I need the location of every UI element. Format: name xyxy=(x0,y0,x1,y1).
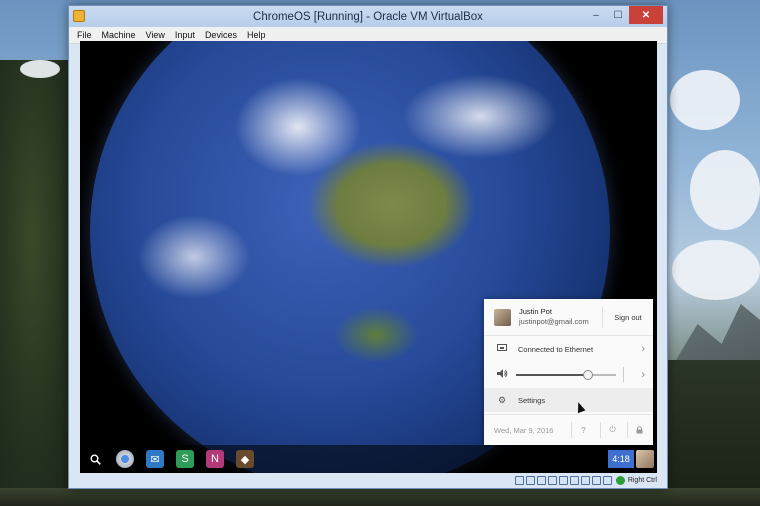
close-button[interactable]: ✕ xyxy=(629,6,663,24)
menu-input[interactable]: Input xyxy=(175,30,195,40)
virtualbox-app-icon xyxy=(73,10,85,22)
minimize-button[interactable]: – xyxy=(585,6,607,24)
chevron-right-icon: › xyxy=(641,343,645,355)
sign-out-button[interactable]: Sign out xyxy=(602,307,653,328)
menu-file[interactable]: File xyxy=(77,30,92,40)
gear-icon: ⚙ xyxy=(497,394,507,405)
desktop-cloud xyxy=(672,240,760,300)
sway-icon[interactable]: S xyxy=(176,450,194,468)
maximize-button[interactable]: ☐ xyxy=(607,6,629,24)
menu-machine[interactable]: Machine xyxy=(102,30,136,40)
network-icon[interactable] xyxy=(547,476,557,485)
desktop-cloud xyxy=(20,60,60,78)
window-controls: – ☐ ✕ xyxy=(585,6,663,26)
host-key-icon xyxy=(615,476,625,485)
power-button[interactable]: ⏻ xyxy=(600,422,624,438)
onenote-icon[interactable]: N xyxy=(206,450,224,468)
window-titlebar[interactable]: ChromeOS [Running] - Oracle VM VirtualBo… xyxy=(69,6,667,27)
speaker-icon[interactable] xyxy=(492,369,512,380)
usb-icon[interactable] xyxy=(558,476,568,485)
shelf-user-avatar[interactable] xyxy=(636,450,654,468)
desktop-forest xyxy=(664,360,760,506)
window-title: ChromeOS [Running] - Oracle VM VirtualBo… xyxy=(253,10,483,23)
guest-screen[interactable]: Justin Pot justinpot@gmail.com Sign out … xyxy=(80,41,657,473)
network-label: Connected to Ethernet xyxy=(518,344,594,354)
tray-network-row[interactable]: Connected to Ethernet › xyxy=(484,337,653,361)
settings-label: Settings xyxy=(518,395,546,405)
optical-drive-icon[interactable] xyxy=(525,476,535,485)
audio-icon[interactable] xyxy=(536,476,546,485)
lock-button[interactable] xyxy=(627,422,651,438)
desktop-cloud xyxy=(670,70,740,130)
volume-divider xyxy=(623,367,624,382)
hdd-icon[interactable] xyxy=(514,476,524,485)
tray-volume-row: › xyxy=(484,362,653,387)
lock-icon xyxy=(636,426,643,434)
desktop-cloud xyxy=(690,150,760,230)
user-info: Justin Pot justinpot@gmail.com xyxy=(519,307,589,327)
tray-user-row: Justin Pot justinpot@gmail.com Sign out xyxy=(484,299,653,336)
video-capture-icon[interactable] xyxy=(591,476,601,485)
user-avatar xyxy=(494,308,511,326)
system-tray-popup: Justin Pot justinpot@gmail.com Sign out … xyxy=(484,299,653,445)
menu-help[interactable]: Help xyxy=(247,30,266,40)
volume-slider[interactable] xyxy=(516,369,616,380)
tray-date[interactable]: Wed, Mar 9, 2016 xyxy=(494,426,553,435)
display-icon[interactable] xyxy=(580,476,590,485)
volume-slider-thumb[interactable] xyxy=(583,369,593,380)
mail-icon[interactable]: ✉ xyxy=(146,450,164,468)
help-button[interactable]: ? xyxy=(571,422,595,438)
ethernet-icon xyxy=(492,344,512,354)
tray-footer-row: Wed, Mar 9, 2016 ? ⏻ xyxy=(484,414,653,445)
volume-slider-fill xyxy=(516,373,588,376)
vbox-statusbar: Right Ctrl xyxy=(69,472,667,489)
chromeos-shelf: ✉ S N ◆ 4:18 xyxy=(80,445,657,473)
user-name: Justin Pot xyxy=(519,307,552,316)
host-taskbar xyxy=(0,488,760,506)
chevron-right-icon[interactable]: › xyxy=(641,369,645,381)
mouse-integration-icon[interactable] xyxy=(602,476,612,485)
host-key-label: Right Ctrl xyxy=(627,477,657,484)
search-icon[interactable] xyxy=(86,450,104,468)
shelf-clock[interactable]: 4:18 xyxy=(608,450,634,468)
shared-folder-icon[interactable] xyxy=(569,476,579,485)
chrome-icon[interactable] xyxy=(116,450,134,468)
menu-view[interactable]: View xyxy=(146,30,165,40)
tray-settings-row[interactable]: ⚙ Settings xyxy=(484,388,653,412)
menu-devices[interactable]: Devices xyxy=(205,30,237,40)
app-icon[interactable]: ◆ xyxy=(236,450,254,468)
virtualbox-window: ChromeOS [Running] - Oracle VM VirtualBo… xyxy=(68,5,668,489)
user-email: justinpot@gmail.com xyxy=(519,317,589,326)
